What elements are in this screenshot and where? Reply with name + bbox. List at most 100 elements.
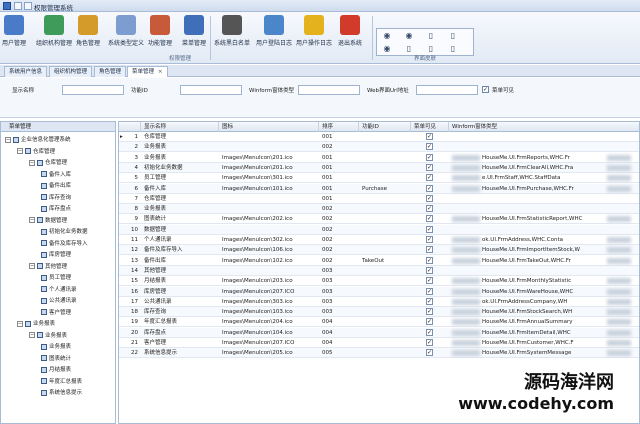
menu-visible-checkbox[interactable]: ✓ [426, 339, 433, 346]
collapse-icon[interactable]: − [29, 332, 35, 338]
tree-node[interactable]: − 仓库管理 [29, 159, 67, 168]
tree-node[interactable]: 客户管理 [41, 309, 71, 318]
tree-node[interactable]: 业务报表 [41, 343, 71, 352]
menu-visible-checkbox[interactable]: ✓ [426, 236, 433, 243]
column-header[interactable]: 显示名称 [141, 122, 219, 132]
tree-node[interactable]: 月结报表 [41, 366, 71, 375]
table-row[interactable]: 19 年度汇总报表 Images\MenuIcon\204.ico 004 ✓ House… [119, 317, 639, 328]
menu-visible-checkbox[interactable]: ✓ [426, 256, 433, 264]
collapse-icon[interactable]: − [29, 159, 35, 166]
theme-swatch-icon[interactable]: ▯ [447, 44, 459, 54]
table-row[interactable]: 3 业务报表 Images\MenuIcon\201.ico 001 ✓ HouseMe.… [119, 153, 639, 163]
tree-node[interactable]: − 其他管理 [29, 263, 67, 272]
table-row[interactable]: 13 备件出库 Images\MenuIcon\102.ico 002 TakeOut ✓… [119, 256, 639, 266]
table-row[interactable]: 5 员工管理 Images\MenuIcon\301.ico 001 ✓ e.UI.Frm… [119, 173, 639, 184]
ribbon-button[interactable]: 系统黑白名单 [214, 15, 250, 55]
menu-visible-checkbox[interactable]: ✓ [426, 297, 433, 305]
table-row[interactable]: 7 仓库管理 001 ✓ [119, 194, 639, 204]
menu-visible-checkbox[interactable]: ✓ [426, 246, 433, 254]
menu-visible-checkbox[interactable]: ✓ [426, 287, 433, 295]
tree-node[interactable]: 个人通讯录 [41, 286, 77, 295]
column-header[interactable]: 图标 [219, 122, 319, 132]
theme-swatch-icon[interactable]: ▯ [403, 44, 415, 54]
tree-node[interactable]: 库房管理 [41, 251, 71, 260]
quick-access-icon[interactable] [14, 2, 22, 10]
table-row[interactable]: 2 业务报表 002 ✓ [119, 142, 639, 153]
tree-node[interactable]: 备件及库存导入 [41, 240, 88, 249]
menu-visible-checkbox[interactable]: ✓ [426, 205, 433, 213]
ribbon-button[interactable]: 用户管理 [2, 15, 26, 55]
tree-node[interactable]: 图表统计 [41, 355, 71, 364]
table-row[interactable]: 4 初始化业务数据 Images\MenuIcon\201.ico 001 ✓ House… [119, 162, 639, 173]
menu-visible-checkbox[interactable]: ✓ [482, 86, 489, 93]
tab-system-users[interactable]: 系统用户信息 [4, 66, 48, 77]
table-row[interactable]: 6 备件入库 Images\MenuIcon\101.ico 001 Purchase ✓… [119, 183, 639, 194]
menu-visible-checkbox[interactable]: ✓ [426, 277, 433, 285]
function-id-input[interactable] [180, 85, 242, 95]
tab-role-management[interactable]: 角色管理 [94, 66, 127, 77]
quick-access-dropdown-icon[interactable] [24, 2, 32, 10]
menu-visible-checkbox[interactable]: ✓ [426, 328, 433, 336]
collapse-icon[interactable]: − [17, 148, 23, 154]
table-row[interactable]: 8 业务报表 002 ✓ [119, 204, 639, 215]
table-row[interactable]: 18 库存查询 Images\MenuIcon\103.ico 003 ✓ HouseMe… [119, 307, 639, 318]
tree-node[interactable]: 库存查询 [41, 194, 71, 203]
table-row[interactable]: 16 库房管理 Images\MenuIcon\207.ICO 003 ✓ HouseMe… [119, 286, 639, 297]
theme-swatch-icon[interactable]: ▯ [447, 31, 459, 41]
ribbon-button[interactable]: 用户登陆日志 [256, 15, 292, 55]
tab-menu-management[interactable]: 菜单管理 × [127, 66, 168, 77]
table-row[interactable]: ▸ 1 仓库管理 001 ✓ [119, 132, 639, 142]
tree-node[interactable]: 员工管理 [41, 274, 71, 283]
menu-visible-checkbox[interactable]: ✓ [426, 349, 433, 357]
menu-visible-checkbox[interactable]: ✓ [426, 163, 433, 171]
column-header[interactable]: 菜单可见 [411, 122, 449, 132]
tree-node[interactable]: − 仓库管理 [17, 148, 55, 157]
ribbon-button[interactable]: 系统类型定义 [108, 15, 144, 55]
menu-visible-checkbox[interactable]: ✓ [426, 133, 433, 140]
menu-visible-checkbox[interactable]: ✓ [426, 266, 433, 274]
theme-swatch-icon[interactable]: ◉ [381, 44, 393, 54]
column-header[interactable]: 排序 [319, 122, 359, 132]
tree-node[interactable]: − 业务报表 [29, 332, 67, 341]
table-row[interactable]: 15 月结报表 Images\MenuIcon\203.ico 003 ✓ HouseMe… [119, 276, 639, 287]
ribbon-button[interactable]: 菜单管理 [182, 15, 206, 55]
menu-visible-checkbox[interactable]: ✓ [426, 143, 433, 151]
ribbon-button[interactable]: 退出系统 [338, 15, 362, 55]
theme-gallery[interactable]: ◉ ◉ ▯ ▯ ◉ ▯ ▯ ▯ [376, 28, 474, 56]
menu-visible-checkbox[interactable]: ✓ [426, 308, 433, 316]
ribbon-button[interactable]: 功能管理 [148, 15, 172, 55]
table-row[interactable]: 14 其他管理 003 ✓ [119, 265, 639, 276]
tree-node[interactable]: − 业务报表 [17, 320, 55, 329]
table-row[interactable]: 9 图表统计 Images\MenuIcon\202.ico 002 ✓ HouseMe.… [119, 214, 639, 225]
column-header[interactable]: Winform窗体类型 [449, 122, 639, 132]
menu-visible-checkbox[interactable]: ✓ [426, 318, 433, 326]
table-row[interactable]: 21 客户管理 Images\MenuIcon\207.ICO 004 ✓ HouseMe… [119, 338, 639, 348]
theme-swatch-icon[interactable]: ▯ [425, 44, 437, 54]
tree-node[interactable]: 初始化业务数据 [41, 228, 88, 237]
winform-type-input[interactable] [298, 85, 360, 95]
theme-swatch-icon[interactable]: ◉ [381, 31, 393, 41]
tree-node[interactable]: 备件出库 [41, 182, 71, 191]
collapse-icon[interactable]: − [29, 217, 35, 223]
tree-node[interactable]: − 企业信息化管理系统 [5, 136, 71, 145]
theme-swatch-icon[interactable]: ◉ [403, 31, 415, 41]
close-icon[interactable]: × [158, 69, 163, 75]
menu-visible-checkbox[interactable]: ✓ [426, 225, 433, 233]
collapse-icon[interactable]: − [29, 263, 35, 269]
tree-node[interactable]: 备件入库 [41, 171, 71, 180]
tree-node[interactable]: 年度汇总报表 [41, 378, 82, 387]
app-icon[interactable] [3, 2, 11, 10]
web-url-input[interactable] [416, 85, 478, 95]
table-row[interactable]: 22 系统信息提示 Images\MenuIcon\205.ico 005 ✓ House… [119, 348, 639, 359]
column-header[interactable]: 功能ID [359, 122, 411, 132]
tree-node[interactable]: 库存盘点 [41, 205, 71, 214]
tree-node[interactable]: 系统信息提示 [41, 389, 82, 398]
ribbon-button[interactable]: 组织机构管理 [36, 15, 72, 55]
menu-visible-checkbox[interactable]: ✓ [426, 194, 433, 202]
menu-visible-checkbox[interactable]: ✓ [426, 174, 433, 182]
table-row[interactable]: 11 个人通讯录 Images\MenuIcon\302.ico 002 ✓ ok.UI.… [119, 235, 639, 245]
table-row[interactable]: 20 库存盘点 Images\MenuIcon\104.ico 004 ✓ HouseMe… [119, 327, 639, 338]
tree-node[interactable]: − 数据管理 [29, 217, 67, 226]
collapse-icon[interactable]: − [5, 136, 11, 143]
theme-swatch-icon[interactable]: ▯ [425, 31, 437, 41]
